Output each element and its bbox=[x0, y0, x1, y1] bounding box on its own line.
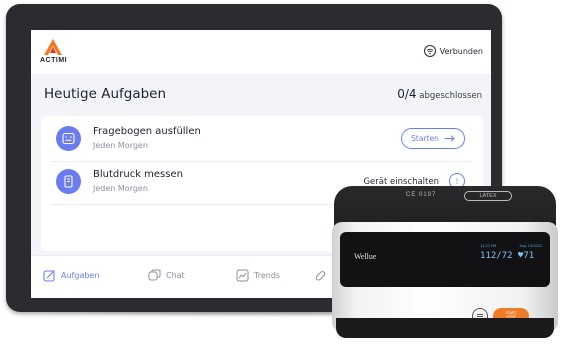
trends-icon bbox=[236, 269, 249, 282]
cuff-code: CE 0197 bbox=[406, 192, 437, 198]
monitor-body: Wellue 11:21 PM Aug 15/2022 112/72 ♥71 S… bbox=[332, 222, 558, 332]
nav-item-medication[interactable] bbox=[314, 269, 327, 282]
nav-item-chat[interactable]: Chat bbox=[148, 269, 185, 282]
nav-item-trends[interactable]: Trends bbox=[236, 269, 280, 282]
start-button-label: Starten bbox=[411, 134, 439, 143]
progress-count: 0/4 bbox=[397, 87, 417, 101]
nav-label: Trends bbox=[254, 271, 281, 280]
task-title: Blutdruck messen bbox=[93, 169, 183, 180]
device-time: 11:21 PM bbox=[480, 244, 497, 248]
bp-reading: 112/72 ♥71 bbox=[480, 251, 535, 261]
monitor-cuff-base bbox=[336, 318, 554, 338]
cuff-tag: LATEX bbox=[464, 191, 512, 201]
chat-icon bbox=[148, 269, 161, 281]
task-title: Fragebogen ausfüllen bbox=[93, 126, 201, 137]
page-title: Heutige Aufgaben bbox=[44, 86, 167, 102]
blood-pressure-monitor: CE 0197 LATEX Wellue 11:21 PM Aug 15/202… bbox=[330, 186, 560, 346]
monitor-screen: 11:21 PM Aug 15/2022 112/72 ♥71 bbox=[480, 244, 542, 280]
blood-pressure-icon bbox=[56, 169, 81, 194]
nav-label: Aufgaben bbox=[61, 271, 100, 280]
arrow-right-icon bbox=[444, 135, 455, 142]
wifi-icon bbox=[423, 45, 436, 57]
task-item-questionnaire[interactable]: Fragebogen ausfüllen Jeden Morgen Starte… bbox=[41, 119, 483, 160]
task-progress: 0/4 abgeschlossen bbox=[397, 87, 482, 101]
device-brand: Wellue bbox=[354, 252, 377, 261]
connection-status[interactable]: Verbunden bbox=[423, 45, 483, 57]
logo-text: ACTIMI bbox=[40, 57, 68, 64]
nav-label: Chat bbox=[166, 271, 185, 280]
cuff-tag-text: LATEX bbox=[479, 193, 497, 199]
top-bar: ACTIMI Verbunden bbox=[31, 30, 491, 74]
pill-icon bbox=[315, 271, 326, 281]
task-subtitle: Jeden Morgen bbox=[93, 141, 148, 150]
app-logo: ACTIMI bbox=[40, 38, 68, 66]
monitor-display-panel: Wellue 11:21 PM Aug 15/2022 112/72 ♥71 bbox=[340, 232, 550, 287]
device-date: Aug 15/2022 bbox=[519, 244, 543, 248]
progress-suffix: abgeschlossen bbox=[419, 91, 482, 101]
connection-label: Verbunden bbox=[439, 46, 483, 56]
questionnaire-icon bbox=[56, 126, 81, 151]
task-subtitle: Jeden Morgen bbox=[93, 184, 148, 193]
start-button[interactable]: Starten bbox=[401, 128, 465, 149]
tasks-icon bbox=[43, 270, 55, 282]
nav-item-aufgaben[interactable]: Aufgaben bbox=[43, 269, 99, 282]
actimi-logo-icon bbox=[44, 39, 62, 55]
